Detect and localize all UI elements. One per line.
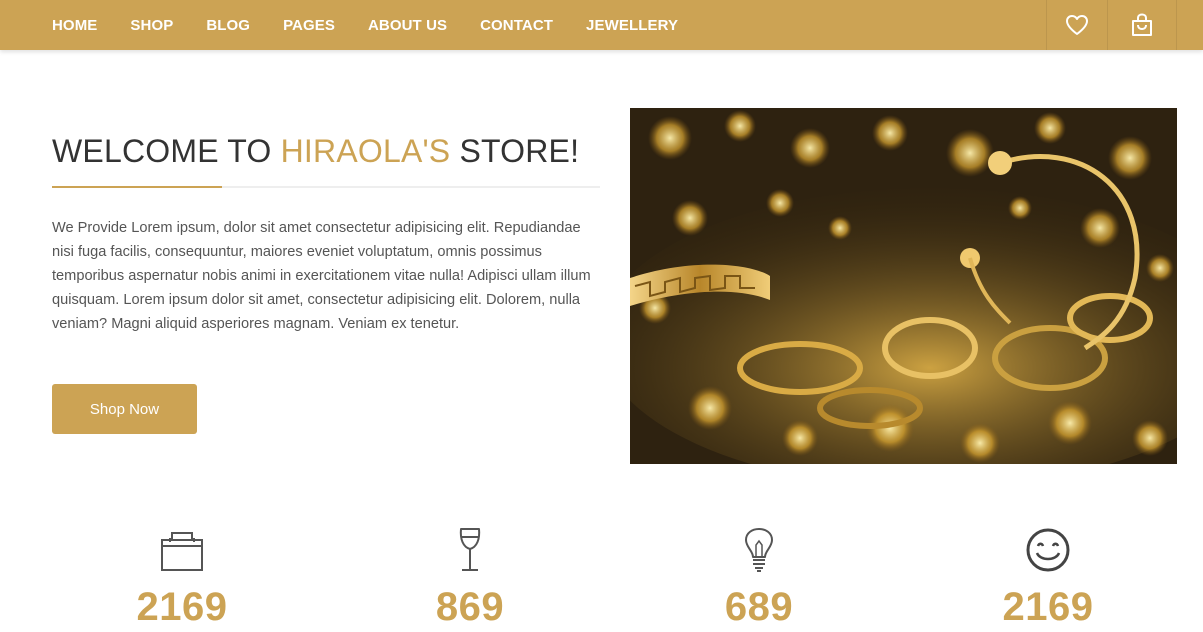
welcome-heading-brand: HIRAOLA'S bbox=[280, 133, 451, 169]
wishlist-button[interactable] bbox=[1046, 0, 1107, 50]
main-nav: HOME SHOP BLOG PAGES ABOUT US CONTACT JE… bbox=[52, 0, 711, 50]
shopping-bag-icon bbox=[1132, 13, 1152, 36]
nav-pages[interactable]: PAGES bbox=[283, 17, 335, 34]
jewellery-photo-placeholder bbox=[630, 108, 1177, 464]
light-bulb-icon bbox=[745, 528, 773, 572]
stat-customers: 2169 bbox=[948, 525, 1148, 630]
nav-blog[interactable]: BLOG bbox=[206, 17, 250, 34]
welcome-heading-suffix: STORE! bbox=[450, 133, 580, 169]
stat-value: 689 bbox=[724, 585, 794, 629]
stat-value: 869 bbox=[435, 585, 505, 629]
welcome-heading: WELCOME TO HIRAOLA'S STORE! bbox=[52, 133, 600, 170]
gold-jewellery-image bbox=[630, 108, 1177, 464]
welcome-heading-prefix: WELCOME TO bbox=[52, 133, 281, 169]
heart-icon bbox=[1066, 15, 1088, 35]
nav-contact[interactable]: CONTACT bbox=[480, 17, 553, 34]
nav-shop[interactable]: SHOP bbox=[130, 17, 173, 34]
cart-button[interactable] bbox=[1107, 0, 1177, 50]
stat-value: 2169 bbox=[136, 585, 228, 629]
wine-glass-icon bbox=[459, 528, 481, 571]
briefcase-icon bbox=[161, 532, 203, 571]
nav-jewellery[interactable]: JEWELLERY bbox=[586, 17, 678, 34]
top-navbar: HOME SHOP BLOG PAGES ABOUT US CONTACT JE… bbox=[0, 0, 1203, 50]
nav-about-us[interactable]: ABOUT US bbox=[368, 17, 447, 34]
stat-value: 2169 bbox=[1002, 585, 1094, 629]
stat-glasses: 869 bbox=[370, 525, 570, 630]
welcome-description: We Provide Lorem ipsum, dolor sit amet c… bbox=[52, 220, 591, 332]
nav-actions bbox=[1046, 0, 1203, 50]
shop-now-button[interactable]: Shop Now bbox=[52, 384, 197, 434]
welcome-section: WELCOME TO HIRAOLA'S STORE! We Provide L… bbox=[52, 133, 600, 434]
stat-projects: 2169 bbox=[82, 525, 282, 630]
stat-ideas: 689 bbox=[659, 525, 859, 630]
heading-divider bbox=[52, 186, 600, 188]
nav-home[interactable]: HOME bbox=[52, 17, 97, 34]
heading-divider-accent bbox=[52, 186, 222, 188]
smiley-icon bbox=[1026, 528, 1070, 572]
